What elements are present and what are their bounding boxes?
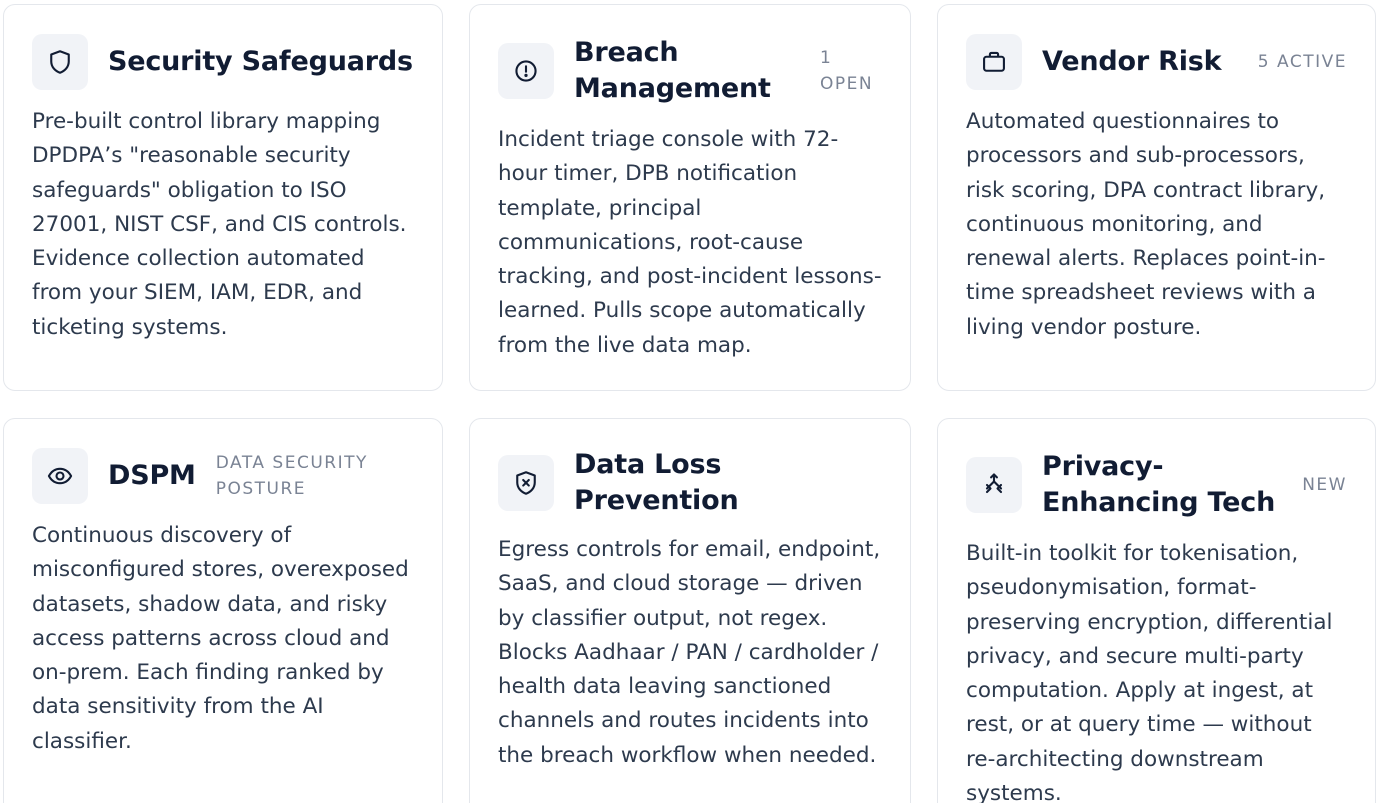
eye-icon <box>32 448 88 504</box>
card-description: Egress controls for email, endpoint, Saa… <box>498 537 881 768</box>
card-description: Continuous discovery of misconfigured st… <box>32 523 409 754</box>
card-description: Automated questionnaires to processors a… <box>966 109 1326 340</box>
status-badge: 1 OPEN <box>820 48 874 94</box>
card-title: Breach Management <box>574 37 771 104</box>
card-breach-management[interactable]: Breach Management 1 OPEN Incident triage… <box>469 4 911 391</box>
card-privacy-enhancing-tech[interactable]: Privacy-Enhancing Tech NEW Built-in tool… <box>937 418 1376 803</box>
card-title: Vendor Risk <box>1042 46 1222 77</box>
card-description: Built-in toolkit for tokenisation, pseud… <box>966 541 1333 803</box>
card-data-loss-prevention[interactable]: Data Loss Prevention Egress controls for… <box>469 418 911 803</box>
card-header: Privacy-Enhancing Tech NEW <box>966 449 1347 521</box>
card-title: Privacy-Enhancing Tech <box>1042 451 1276 518</box>
card-header: Data Loss Prevention <box>498 447 882 519</box>
card-header: Security Safeguards <box>32 33 414 91</box>
card-security-safeguards[interactable]: Security Safeguards Pre-built control li… <box>3 4 443 391</box>
briefcase-icon <box>966 34 1022 90</box>
card-vendor-risk[interactable]: Vendor Risk 5 ACTIVE Automated questionn… <box>937 4 1376 391</box>
card-header: Vendor Risk 5 ACTIVE <box>966 33 1347 91</box>
status-badge: 5 ACTIVE <box>1257 52 1347 72</box>
card-title: Security Safeguards <box>108 46 413 77</box>
feature-card-grid: Security Safeguards Pre-built control li… <box>0 0 1377 803</box>
card-description: Incident triage console with 72-hour tim… <box>498 127 882 358</box>
card-header: DSPM DATA SECURITY POSTURE <box>32 447 414 505</box>
card-header: Breach Management 1 OPEN <box>498 35 882 107</box>
card-dspm[interactable]: DSPM DATA SECURITY POSTURE Continuous di… <box>3 418 443 803</box>
card-title: Data Loss Prevention <box>574 449 739 516</box>
split-arrows-icon <box>966 457 1022 513</box>
shield-icon <box>32 34 88 90</box>
card-description: Pre-built control library mapping DPDPA’… <box>32 109 407 340</box>
alert-circle-icon <box>498 43 554 99</box>
shield-x-icon <box>498 455 554 511</box>
status-badge: NEW <box>1302 475 1347 495</box>
card-title: DSPM <box>108 460 196 491</box>
status-badge: DATA SECURITY POSTURE <box>215 453 368 499</box>
